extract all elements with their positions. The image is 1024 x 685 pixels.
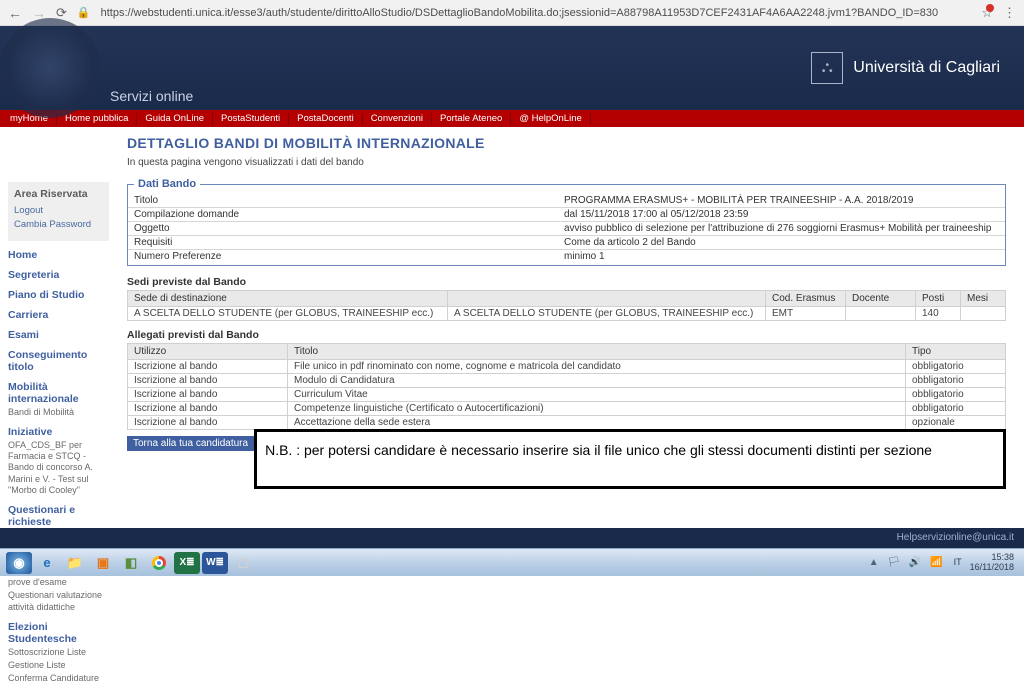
sidebar-item[interactable]: Sottoscrizione Liste: [8, 647, 109, 658]
table-row: Iscrizione al bandoCompetenze linguistic…: [128, 402, 1006, 416]
side-link-cambia-password[interactable]: Cambia Password: [14, 218, 103, 232]
cell: A SCELTA DELLO STUDENTE (per GLOBUS, TRA…: [128, 307, 448, 321]
table-row: Iscrizione al bandoModulo di Candidatura…: [128, 374, 1006, 388]
cell: A SCELTA DELLO STUDENTE (per GLOBUS, TRA…: [448, 307, 766, 321]
nav-home-pubblica[interactable]: Home pubblica: [57, 113, 137, 125]
sidebar-item[interactable]: Questionari e richieste: [8, 504, 109, 528]
cell: [846, 307, 916, 321]
sidebar-item[interactable]: Segreteria: [8, 269, 109, 281]
sidebar-item[interactable]: Piano di Studio: [8, 289, 109, 301]
col-header: Cod. Erasmus: [766, 291, 846, 307]
col-header: Titolo: [288, 344, 906, 360]
nav-postastudenti[interactable]: PostaStudenti: [213, 113, 289, 125]
lock-icon: 🔒: [77, 6, 91, 19]
sidebar-item[interactable]: Mobilità internazionale: [8, 381, 109, 405]
area-riservata-title: Area Riservata: [14, 188, 103, 200]
table-row: TitoloPROGRAMMA ERASMUS+ - MOBILITÀ PER …: [128, 194, 1005, 208]
col-header: Utilizzo: [128, 344, 288, 360]
area-riservata-box: Area Riservata LogoutCambia Password: [8, 182, 109, 241]
col-header: Docente: [846, 291, 916, 307]
word-icon[interactable]: W≣: [202, 552, 228, 574]
table-row: Oggettoavviso pubblico di selezione per …: [128, 222, 1005, 236]
windows-taskbar: ◉ e 📁 ▣ ◧ X≣ W≣ ◻ ▲ 🏳 🔊 📶 IT 15:38 16/11…: [0, 548, 1024, 576]
account-indicator[interactable]: [986, 4, 994, 12]
cell: [961, 307, 1006, 321]
tray-date[interactable]: 16/11/2018: [970, 563, 1014, 573]
main-content: DETTAGLIO BANDI DI MOBILITÀ INTERNAZIONA…: [113, 127, 1024, 685]
page-subtitle: In questa pagina vengono visualizzati i …: [127, 157, 1006, 168]
tray-icons[interactable]: ▲ 🏳 🔊 📶: [869, 557, 946, 568]
back-button[interactable]: Torna alla tua candidatura: [127, 436, 254, 451]
explorer-icon[interactable]: 📁: [62, 552, 88, 574]
back-icon[interactable]: ←: [8, 5, 22, 21]
sidebar-item[interactable]: Iniziative: [8, 426, 109, 438]
col-header: Mesi: [961, 291, 1006, 307]
sidebar-item[interactable]: Elezioni Studentesche: [8, 621, 109, 645]
seal-logo: [0, 18, 100, 118]
excel-icon[interactable]: X≣: [174, 552, 200, 574]
table-row: RequisitiCome da articolo 2 del Bando: [128, 236, 1005, 250]
sidebar-item[interactable]: Gestione Liste: [8, 660, 109, 671]
dati-bando-box: Dati Bando TitoloPROGRAMMA ERASMUS+ - MO…: [127, 178, 1006, 266]
table-row: Numero Preferenzeminimo 1: [128, 250, 1005, 264]
sidebar-item[interactable]: Bandi di Mobilità: [8, 407, 109, 418]
servizi-label: Servizi online: [110, 88, 193, 104]
site-header: Servizi online ⛬ Università di Cagliari: [0, 26, 1024, 110]
table-row: Iscrizione al bandoFile unico in pdf rin…: [128, 360, 1006, 374]
sidebar-item[interactable]: Conseguimento titolo: [8, 349, 109, 373]
allegati-title: Allegati previsti dal Bando: [127, 329, 1006, 341]
table-row: Compilazione domandedal 15/11/2018 17:00…: [128, 208, 1005, 222]
system-tray[interactable]: ▲ 🏳 🔊 📶 IT 15:38 16/11/2018: [869, 553, 1018, 573]
page-title: DETTAGLIO BANDI DI MOBILITÀ INTERNAZIONA…: [127, 135, 1006, 151]
tray-lang[interactable]: IT: [954, 558, 962, 568]
chrome-icon[interactable]: [146, 552, 172, 574]
allegati-table: UtilizzoTitoloTipo Iscrizione al bandoFi…: [127, 343, 1006, 430]
sedi-table: Sede di destinazione Cod. ErasmusDocenteP…: [127, 290, 1006, 321]
sidebar-item[interactable]: Carriera: [8, 309, 109, 321]
cell: EMT: [766, 307, 846, 321]
note-text: N.B. : per potersi candidare è necessari…: [265, 442, 932, 458]
note-box: N.B. : per potersi candidare è necessari…: [254, 429, 1006, 489]
sidebar-item[interactable]: Home: [8, 249, 109, 261]
ie-icon[interactable]: e: [34, 552, 60, 574]
nav-portale-ateneo[interactable]: Portale Ateneo: [432, 113, 511, 125]
nav--helponline[interactable]: @ HelpOnLine: [511, 113, 590, 125]
nav-convenzioni[interactable]: Convenzioni: [363, 113, 432, 125]
sidebar-item[interactable]: Questionari valutazione attività didatti…: [8, 590, 109, 613]
table-row: Iscrizione al bandoCurriculum Vitaeobbli…: [128, 388, 1006, 402]
sidebar-item[interactable]: OFA_CDS_BF per Farmacia e STCQ - Bando d…: [8, 440, 109, 496]
university-name: Università di Cagliari: [853, 59, 1000, 77]
sedi-title: Sedi previste dal Bando: [127, 276, 1006, 288]
start-button[interactable]: ◉: [6, 552, 32, 574]
dati-bando-table: TitoloPROGRAMMA ERASMUS+ - MOBILITÀ PER …: [128, 194, 1005, 263]
other-icon[interactable]: ◻: [230, 552, 256, 574]
col-header: Tipo: [906, 344, 1006, 360]
col-header: [448, 291, 766, 307]
top-nav: myHomeHome pubblicaGuida OnLinePostaStud…: [0, 110, 1024, 127]
dati-bando-legend: Dati Bando: [134, 178, 200, 190]
university-brand: ⛬ Università di Cagliari: [811, 52, 1000, 84]
sidebar-item[interactable]: Esami: [8, 329, 109, 341]
browser-chrome: ← → ⟳ 🔒 https://webstudenti.unica.it/ess…: [0, 0, 1024, 26]
nav-postadocenti[interactable]: PostaDocenti: [289, 113, 363, 125]
footer-bar: Helpservizionline@unica.it: [0, 528, 1024, 548]
col-header: Posti: [916, 291, 961, 307]
cell: 140: [916, 307, 961, 321]
footer-text[interactable]: Helpservizionline@unica.it: [897, 532, 1014, 543]
url-bar[interactable]: https://webstudenti.unica.it/esse3/auth/…: [101, 7, 972, 19]
media-icon[interactable]: ▣: [90, 552, 116, 574]
app-icon[interactable]: ◧: [118, 552, 144, 574]
sidebar-item[interactable]: Conferma Candidature: [8, 673, 109, 684]
table-row: Iscrizione al bandoAccettazione della se…: [128, 416, 1006, 430]
university-logo-icon: ⛬: [811, 52, 843, 84]
sidebar: Area Riservata LogoutCambia Password Hom…: [0, 127, 113, 685]
nav-guida-online[interactable]: Guida OnLine: [137, 113, 213, 125]
col-header: Sede di destinazione: [128, 291, 448, 307]
menu-icon[interactable]: ⋮: [1003, 5, 1016, 21]
side-link-logout[interactable]: Logout: [14, 204, 103, 218]
